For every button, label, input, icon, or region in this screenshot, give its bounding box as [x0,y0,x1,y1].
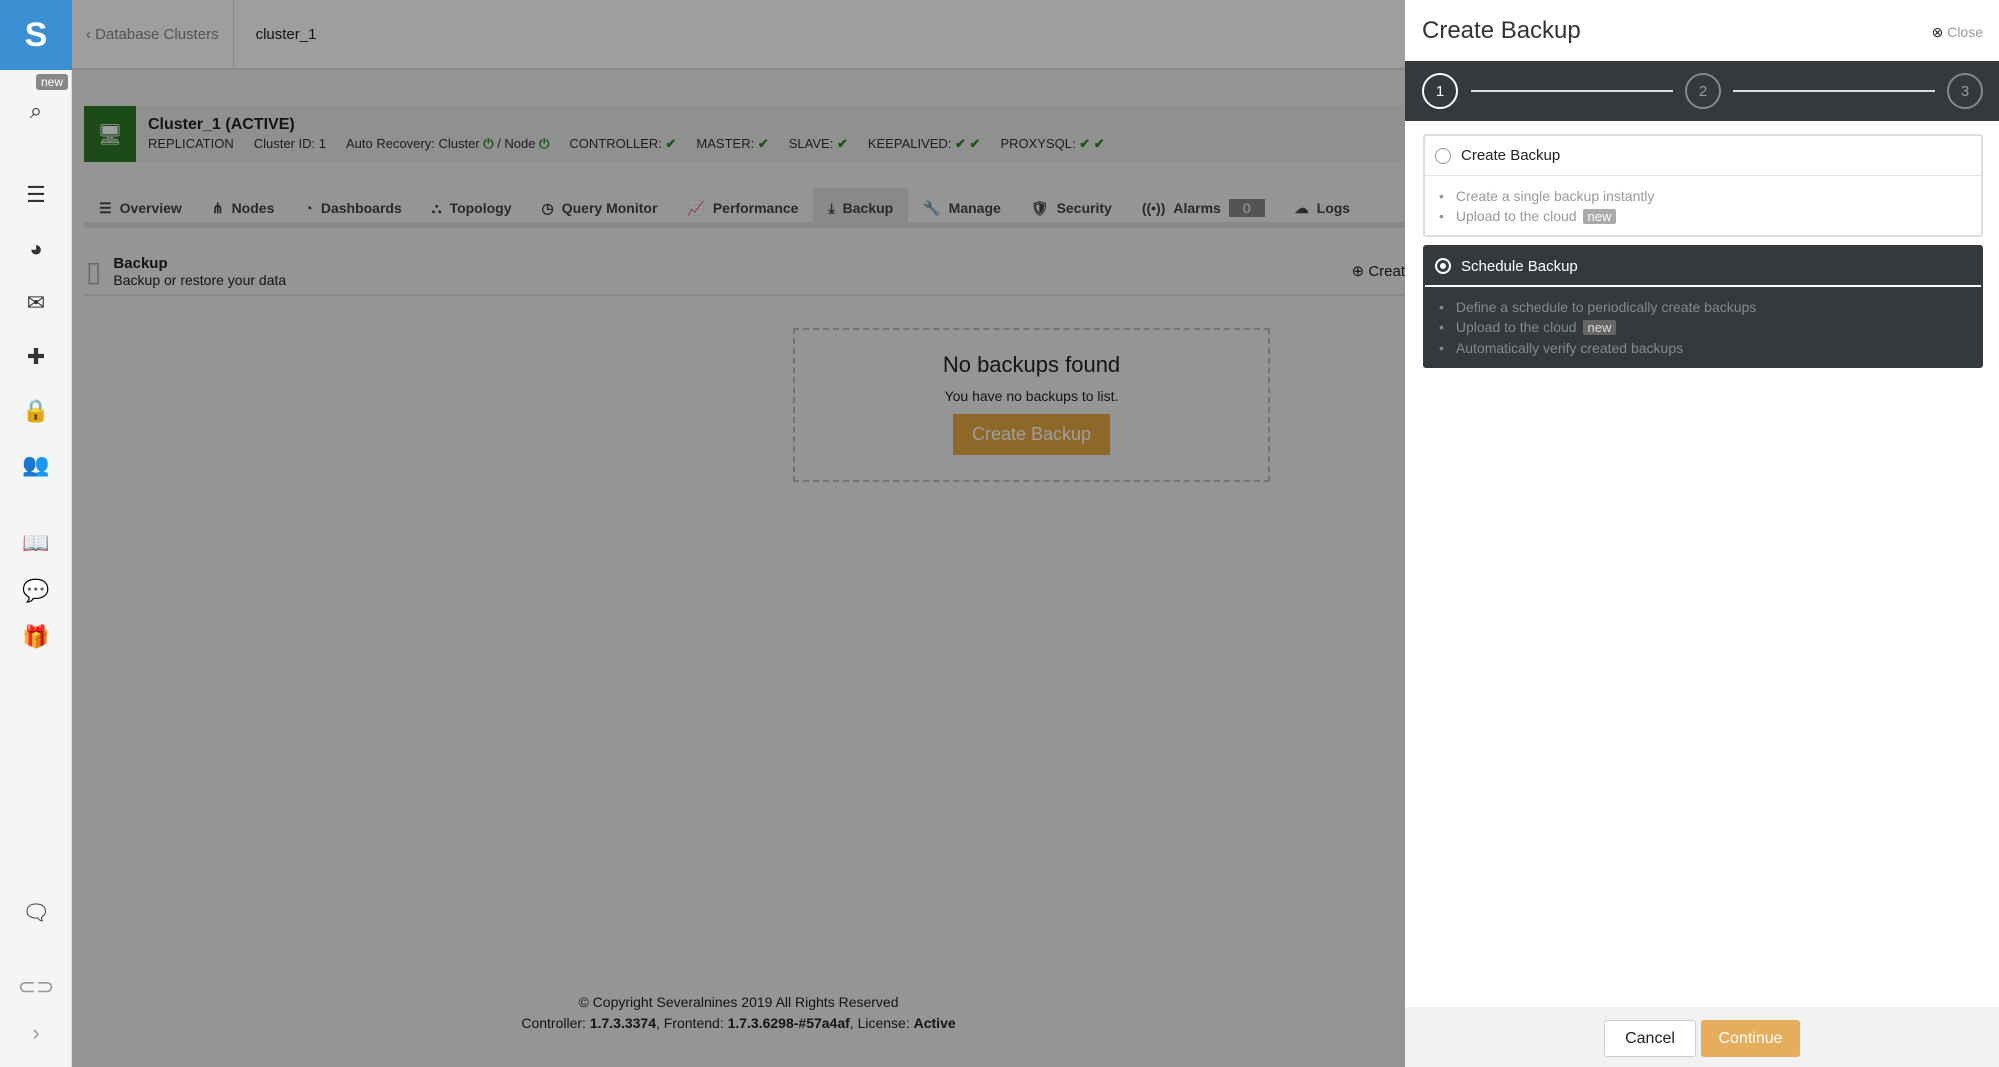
option-create-backup[interactable]: Create Backup Create a single backup ins… [1423,134,1983,237]
radio-create-backup[interactable] [1435,147,1451,164]
pie-chart-icon[interactable]: ◕ [0,236,72,262]
option-schedule-backup[interactable]: Schedule Backup Define a schedule to per… [1423,245,1983,368]
close-icon: ⊗ [1931,24,1944,40]
users-icon[interactable]: 👥 [0,452,72,478]
cancel-button[interactable]: Cancel [1604,1020,1696,1057]
stepper: 1 2 3 [1405,61,1999,121]
panel-title: Create Backup [1422,16,1581,44]
toggle-icon[interactable]: ⊂⊃ [0,974,72,1000]
new-badge: new [1582,320,1617,335]
option-feature: Define a schedule to periodically create… [1456,297,1981,317]
sidebar: S new ⌕ ☰ ◕ ✉ ✚ 🔒 👥 📖 💬 🎁 🗨 ⊂⊃ › [0,0,72,1067]
continue-button[interactable]: Continue [1701,1020,1800,1057]
new-badge: new [1582,209,1617,224]
puzzle-icon[interactable]: ✚ [0,344,72,370]
chat-icon[interactable]: 💬 [0,578,72,604]
option-feature: Upload to the cloudnew [1456,317,1981,338]
lock-icon[interactable]: 🔒 [0,398,72,424]
option-feature: Automatically verify created backups [1456,338,1981,358]
option-label: Create Backup [1461,147,1561,164]
close-button[interactable]: ⊗ Close [1932,24,1983,41]
step-1: 1 [1422,73,1458,109]
step-3: 3 [1947,73,1983,109]
option-feature: Create a single backup instantly [1456,186,1981,206]
step-2: 2 [1685,73,1721,109]
gift-icon[interactable]: 🎁 [0,624,72,650]
panel-footer: Cancel Continue [1405,1007,1999,1067]
logo[interactable]: S [0,0,72,70]
mail-icon[interactable]: ✉ [0,290,72,316]
option-feature: Upload to the cloudnew [1456,206,1981,227]
book-icon[interactable]: 📖 [0,530,72,556]
option-label: Schedule Backup [1461,257,1578,275]
modal-backdrop[interactable] [72,0,1405,1067]
support-chat-icon[interactable]: 🗨 [0,900,72,926]
clusters-icon[interactable]: ☰ [0,182,72,208]
expand-icon[interactable]: › [0,1020,72,1046]
search-icon[interactable]: ⌕ [0,98,72,124]
create-backup-panel: Create Backup ⊗ Close 1 2 3 Create Backu… [1405,0,1999,1067]
new-badge: new [36,74,69,90]
radio-schedule-backup[interactable] [1435,258,1451,274]
logo-icon: S [24,15,48,54]
